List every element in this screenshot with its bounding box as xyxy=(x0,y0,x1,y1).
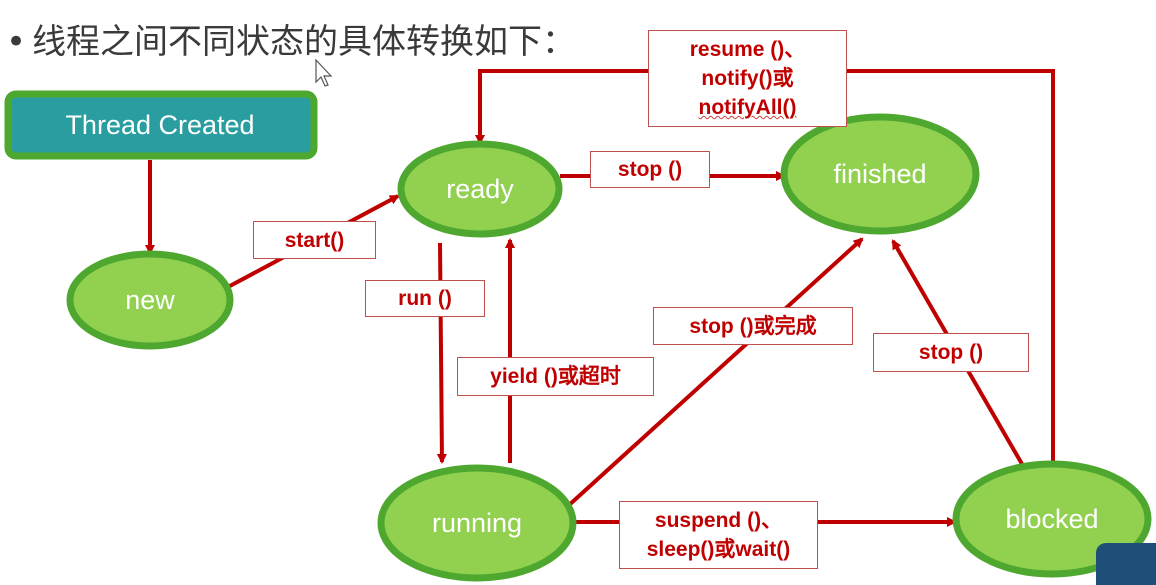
label-stop-blocked-finished: stop () xyxy=(873,333,1029,372)
label-suspend-line1: suspend ()、 xyxy=(654,509,783,532)
label-resume-line3: notifyAll() xyxy=(698,96,797,119)
thread-created-label: Thread Created xyxy=(65,109,255,140)
state-new-label: new xyxy=(125,285,175,315)
label-suspend-sleep-wait: suspend ()、 sleep()或wait() xyxy=(619,501,818,569)
label-stop-running-finished: stop ()或完成 xyxy=(653,307,853,345)
label-suspend-line2: sleep()或wait() xyxy=(646,538,791,561)
arrow-ready-to-running xyxy=(436,242,447,464)
state-ready: ready xyxy=(397,140,563,238)
state-finished-label: finished xyxy=(833,159,926,189)
arrow-blocked-to-ready xyxy=(475,69,1055,465)
label-stop-ready-finished: stop () xyxy=(590,151,710,188)
corner-logo xyxy=(1096,543,1156,585)
label-resume-notify: resume ()、 notify()或 notifyAll() xyxy=(648,30,847,127)
label-start: start() xyxy=(253,221,376,259)
label-resume-line1: resume ()、 xyxy=(689,38,806,61)
state-ready-label: ready xyxy=(446,174,514,204)
label-yield: yield ()或超时 xyxy=(457,357,654,396)
label-run: run () xyxy=(365,280,485,317)
state-new: new xyxy=(66,250,234,350)
state-finished: finished xyxy=(780,113,980,235)
label-resume-line2: notify()或 xyxy=(701,67,794,90)
state-running: running xyxy=(377,464,577,582)
state-blocked-label: blocked xyxy=(1005,504,1098,534)
state-running-label: running xyxy=(432,508,522,538)
mouse-pointer-icon xyxy=(315,58,333,87)
state-diagram: new ready finished running blocked xyxy=(4,58,1152,582)
